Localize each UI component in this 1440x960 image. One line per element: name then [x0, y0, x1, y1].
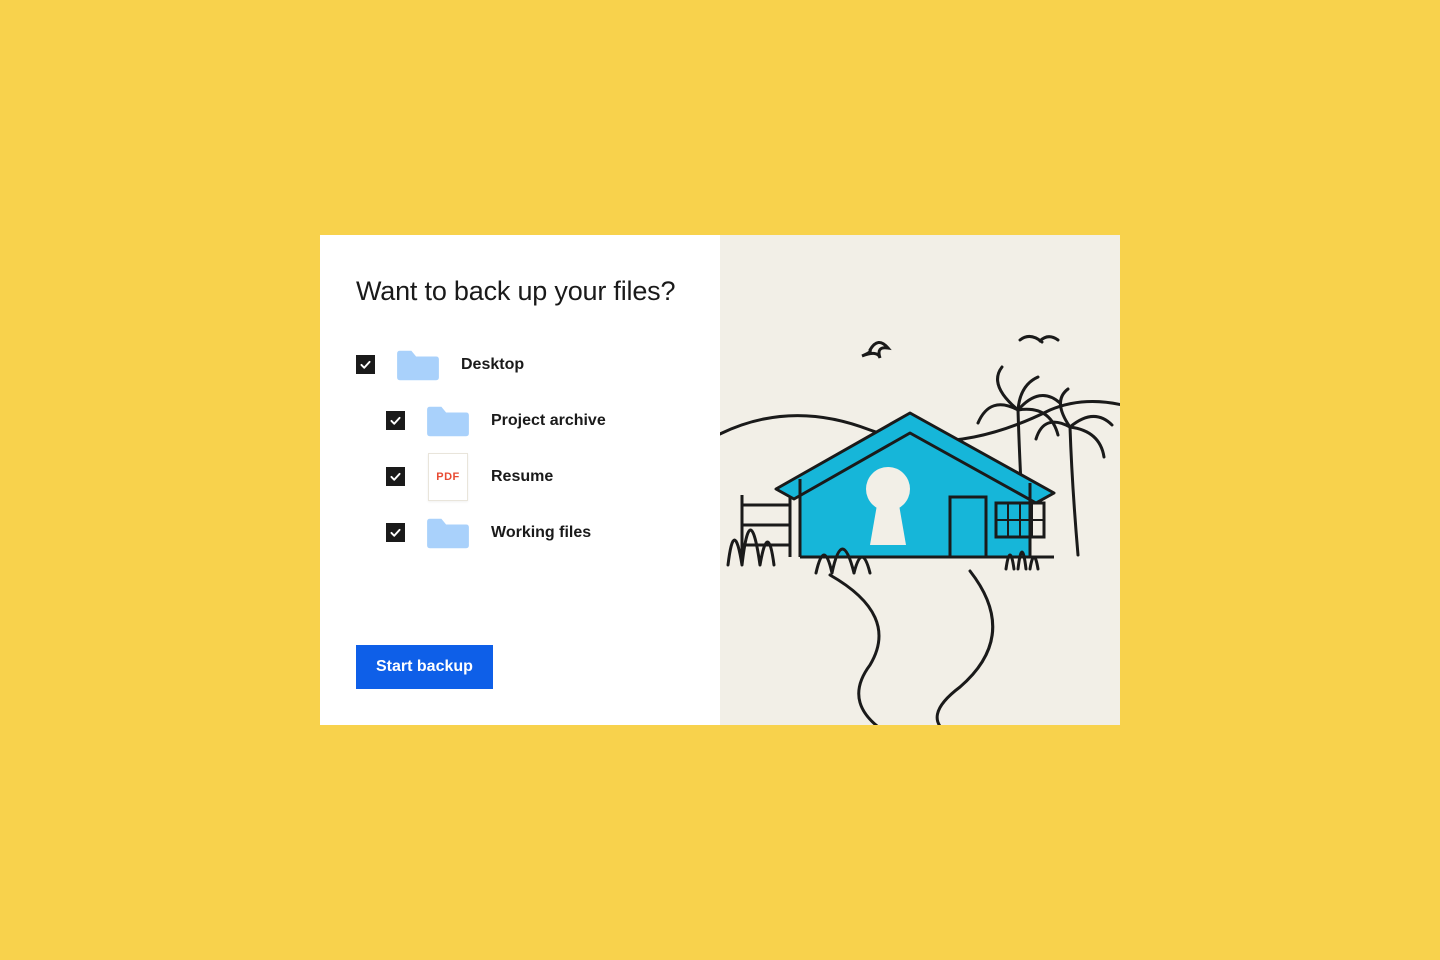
checkbox-desktop[interactable]: [356, 355, 375, 374]
backup-form-panel: Want to back up your files? Desktop: [320, 235, 720, 725]
illustration-panel: [720, 235, 1120, 725]
checkmark-icon: [359, 358, 372, 371]
checkbox-resume[interactable]: [386, 467, 405, 486]
folder-icon: [393, 345, 443, 385]
file-label: Resume: [491, 468, 553, 486]
file-row-project-archive: Project archive: [386, 393, 684, 449]
file-row-resume: PDF Resume: [386, 449, 684, 505]
folder-icon: [423, 401, 473, 441]
page-title: Want to back up your files?: [356, 275, 684, 309]
backup-card: Want to back up your files? Desktop: [320, 235, 1120, 725]
checkmark-icon: [389, 414, 402, 427]
pdf-icon: PDF: [423, 457, 473, 497]
checkbox-working-files[interactable]: [386, 523, 405, 542]
start-backup-button[interactable]: Start backup: [356, 645, 493, 689]
file-label: Project archive: [491, 412, 606, 430]
file-label: Working files: [491, 524, 591, 542]
file-row-desktop: Desktop: [356, 337, 684, 393]
file-tree: Desktop Project archive: [356, 337, 684, 645]
checkbox-project-archive[interactable]: [386, 411, 405, 430]
folder-icon: [423, 513, 473, 553]
checkmark-icon: [389, 526, 402, 539]
house-illustration: [720, 235, 1120, 725]
checkmark-icon: [389, 470, 402, 483]
file-label: Desktop: [461, 356, 524, 374]
file-row-working-files: Working files: [386, 505, 684, 561]
